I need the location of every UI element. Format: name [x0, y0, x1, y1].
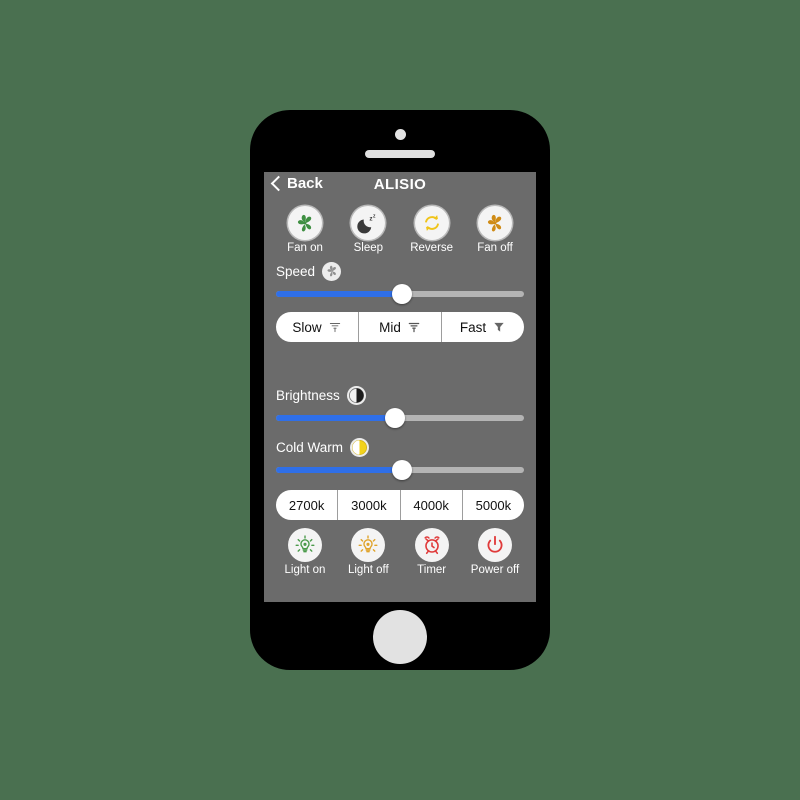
speed-label: Speed: [276, 263, 316, 279]
moon-sleep-icon: z z: [357, 214, 376, 234]
wind-high-icon: [494, 322, 504, 332]
light-on-button[interactable]: Light on: [276, 528, 334, 576]
page-title: ALISIO: [373, 176, 427, 193]
light-off-button[interactable]: Light off: [339, 528, 397, 576]
speed-preset-slow-label: Slow: [292, 319, 322, 335]
fan-controls-row: Fan on z z Sleep Reverse Fan off: [264, 206, 536, 254]
brightness-half-icon: [348, 387, 364, 403]
brightness-label: Brightness: [276, 387, 340, 403]
sleep-icon-circle: z z: [351, 206, 386, 240]
fan-on-icon-circle: [288, 206, 322, 240]
svg-text:z: z: [373, 214, 376, 220]
speed-fan-icon-circle: [322, 261, 342, 281]
speed-header: Speed: [276, 260, 524, 282]
brightness-icon-circle: [346, 385, 366, 405]
color-temp-5000k-label: 5000k: [475, 497, 512, 513]
brightness-slider-thumb[interactable]: [385, 408, 406, 428]
cold-warm-slider[interactable]: [276, 460, 524, 480]
fan-off-label: Fan off: [477, 242, 513, 254]
fan-on-label: Fan on: [287, 242, 323, 254]
brightness-slider-fill: [276, 415, 396, 421]
reverse-arrows-icon: [424, 215, 439, 231]
power-off-label: Power off: [470, 564, 520, 576]
cold-warm-icon-circle: [350, 437, 370, 457]
cold-warm-header: Cold Warm: [276, 436, 524, 458]
brightness-section: Brightness: [264, 384, 536, 428]
svg-text:z: z: [370, 215, 373, 222]
wind-mid-icon: [408, 322, 420, 333]
speed-slider-thumb[interactable]: [392, 284, 413, 304]
reverse-button[interactable]: Reverse: [403, 206, 461, 254]
lightbulb-off-icon: [358, 535, 378, 553]
light-controls-row: Light on Light off Timer Power off: [264, 528, 536, 576]
timer-icon-circle: [414, 528, 449, 562]
speed-slider-fill: [276, 291, 403, 297]
speed-preset-mid[interactable]: Mid: [359, 312, 442, 342]
timer-label: Timer: [417, 564, 447, 576]
sleep-label: Sleep: [353, 242, 384, 254]
speed-slider[interactable]: [276, 284, 524, 304]
cold-warm-slider-thumb[interactable]: [392, 460, 413, 480]
light-off-icon-circle: [351, 528, 386, 562]
power-off-button[interactable]: Power off: [466, 528, 524, 576]
speed-preset-group: Slow Mid Fast: [276, 312, 524, 342]
color-temp-4000k-label: 4000k: [413, 497, 449, 513]
speed-section: Speed: [264, 260, 536, 304]
speed-preset-slow[interactable]: Slow: [276, 312, 359, 342]
cold-warm-slider-fill: [276, 467, 403, 473]
speaker-grille-icon: [365, 150, 435, 158]
cold-warm-label: Cold Warm: [276, 439, 344, 455]
reverse-icon-circle: [414, 206, 449, 240]
color-temp-3000k-label: 3000k: [351, 497, 387, 513]
fan-icon: [327, 265, 336, 277]
color-temp-3000k[interactable]: 3000k: [338, 490, 401, 520]
color-temp-2700k-label: 2700k: [288, 497, 325, 513]
light-on-label: Light on: [284, 564, 326, 576]
wind-low-icon: [329, 323, 340, 333]
fan-icon: [487, 214, 502, 232]
power-off-icon-circle: [477, 528, 512, 562]
speed-preset-fast-label: Fast: [459, 319, 487, 335]
light-off-label: Light off: [347, 564, 389, 576]
sleep-button[interactable]: z z Sleep: [339, 206, 397, 254]
navigation-bar: Back ALISIO: [264, 172, 536, 202]
light-on-icon-circle: [288, 528, 322, 562]
color-temperature-group: 2700k 3000k 4000k 5000k: [276, 490, 524, 520]
front-camera-icon: [395, 129, 406, 140]
color-temp-4000k[interactable]: 4000k: [401, 490, 463, 520]
home-button[interactable]: [373, 610, 427, 664]
power-icon: [487, 535, 503, 553]
color-temp-5000k[interactable]: 5000k: [463, 490, 524, 520]
fan-on-button[interactable]: Fan on: [276, 206, 334, 254]
cold-warm-section: Cold Warm: [264, 436, 536, 480]
alarm-clock-icon: [424, 536, 440, 555]
phone-screen: Back ALISIO Fan on z z Sleep Reverse Fan…: [264, 172, 536, 602]
color-temperature-icon: [352, 439, 368, 455]
phone-top-bezel: [250, 110, 550, 172]
lightbulb-on-icon: [295, 535, 315, 553]
speed-preset-mid-label: Mid: [379, 319, 401, 335]
phone-frame: Back ALISIO Fan on z z Sleep Reverse Fan…: [250, 110, 550, 670]
fan-icon: [297, 214, 312, 232]
fan-off-button[interactable]: Fan off: [466, 206, 524, 254]
brightness-slider[interactable]: [276, 408, 524, 428]
reverse-label: Reverse: [410, 242, 454, 254]
color-temp-2700k[interactable]: 2700k: [276, 490, 339, 520]
speed-preset-fast[interactable]: Fast: [442, 312, 524, 342]
brightness-header: Brightness: [276, 384, 524, 406]
timer-button[interactable]: Timer: [403, 528, 461, 576]
fan-off-icon-circle: [477, 206, 512, 240]
